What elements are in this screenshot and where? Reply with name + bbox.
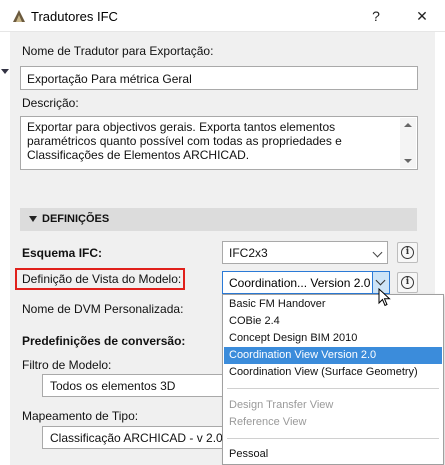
mvd-info-button[interactable]: i <box>397 272 418 293</box>
menu-separator <box>227 438 439 439</box>
mvd-option-pessoal[interactable]: Pessoal <box>224 446 442 463</box>
ifc-schema-value: IFC2x3 <box>229 246 268 260</box>
custom-mvd-label: Nome de DVM Personalizada: <box>22 302 184 316</box>
scroll-up-icon[interactable] <box>404 123 412 127</box>
type-mapping-select[interactable]: Classificação ARCHICAD - v 2.0 IFC <box>42 426 245 449</box>
model-filter-value: Todos os elementos 3D <box>50 379 176 393</box>
ifc-schema-label: Esquema IFC: <box>22 246 103 260</box>
mvd-option-coordination-surface[interactable]: Coordination View (Surface Geometry) <box>224 364 442 381</box>
left-strip <box>0 32 10 465</box>
settings-section-header[interactable]: DEFINIÇÕES <box>20 208 417 231</box>
description-scrollbar[interactable] <box>400 118 416 168</box>
mvd-option-cobie[interactable]: COBie 2.4 <box>224 313 442 330</box>
type-mapping-value: Classificação ARCHICAD - v 2.0 IFC <box>50 431 246 445</box>
info-icon: i <box>401 246 414 259</box>
mvd-select[interactable]: Coordination... Version 2.0 <box>222 271 390 294</box>
scroll-down-icon[interactable] <box>404 159 412 163</box>
description-field[interactable]: Exportar para objectivos gerais. Exporta… <box>20 116 418 170</box>
translator-name-field[interactable]: Exportação Para métrica Geral <box>20 66 418 90</box>
expand-arrow-icon[interactable] <box>1 69 9 74</box>
close-button[interactable]: ✕ <box>399 0 445 32</box>
mouse-cursor-icon <box>378 288 391 307</box>
mvd-dropdown-list: Basic FM Handover COBie 2.4 Concept Desi… <box>222 294 444 465</box>
info-icon: i <box>401 276 414 289</box>
description-text: Exportar para objectivos gerais. Exporta… <box>27 120 342 162</box>
chevron-down-icon <box>372 247 383 258</box>
archicad-logo-icon <box>13 10 25 22</box>
settings-section-title: DEFINIÇÕES <box>42 213 110 225</box>
mvd-option-design-transfer: Design Transfer View <box>229 399 334 411</box>
ifc-schema-info-button[interactable]: i <box>397 242 418 263</box>
model-filter-label: Filtro de Modelo: <box>22 358 112 372</box>
mvd-option-coordination-view-2[interactable]: Coordination View Version 2.0 <box>224 347 442 364</box>
presets-label: Predefinições de conversão: <box>22 334 186 348</box>
window-title: Tradutores IFC <box>31 9 118 24</box>
description-label: Descrição: <box>22 96 79 110</box>
title-bar: Tradutores IFC ? ✕ <box>0 0 445 32</box>
menu-separator <box>227 388 439 389</box>
chevron-down-icon <box>375 275 386 286</box>
mvd-option-reference-view: Reference View <box>229 416 307 428</box>
triangle-down-icon <box>29 216 37 222</box>
mvd-option-basic-fm-handover[interactable]: Basic FM Handover <box>224 296 442 313</box>
ifc-schema-select[interactable]: IFC2x3 <box>222 241 388 264</box>
mvd-value: Coordination... Version 2.0 <box>229 276 371 290</box>
type-mapping-label: Mapeamento de Tipo: <box>22 409 139 423</box>
mvd-option-concept-design[interactable]: Concept Design BIM 2010 <box>224 330 442 347</box>
model-filter-select[interactable]: Todos os elementos 3D <box>42 374 232 397</box>
mvd-label: Definição de Vista do Modelo: <box>22 272 182 286</box>
translator-name-label: Nome de Tradutor para Exportação: <box>22 44 214 58</box>
help-button[interactable]: ? <box>353 0 399 32</box>
